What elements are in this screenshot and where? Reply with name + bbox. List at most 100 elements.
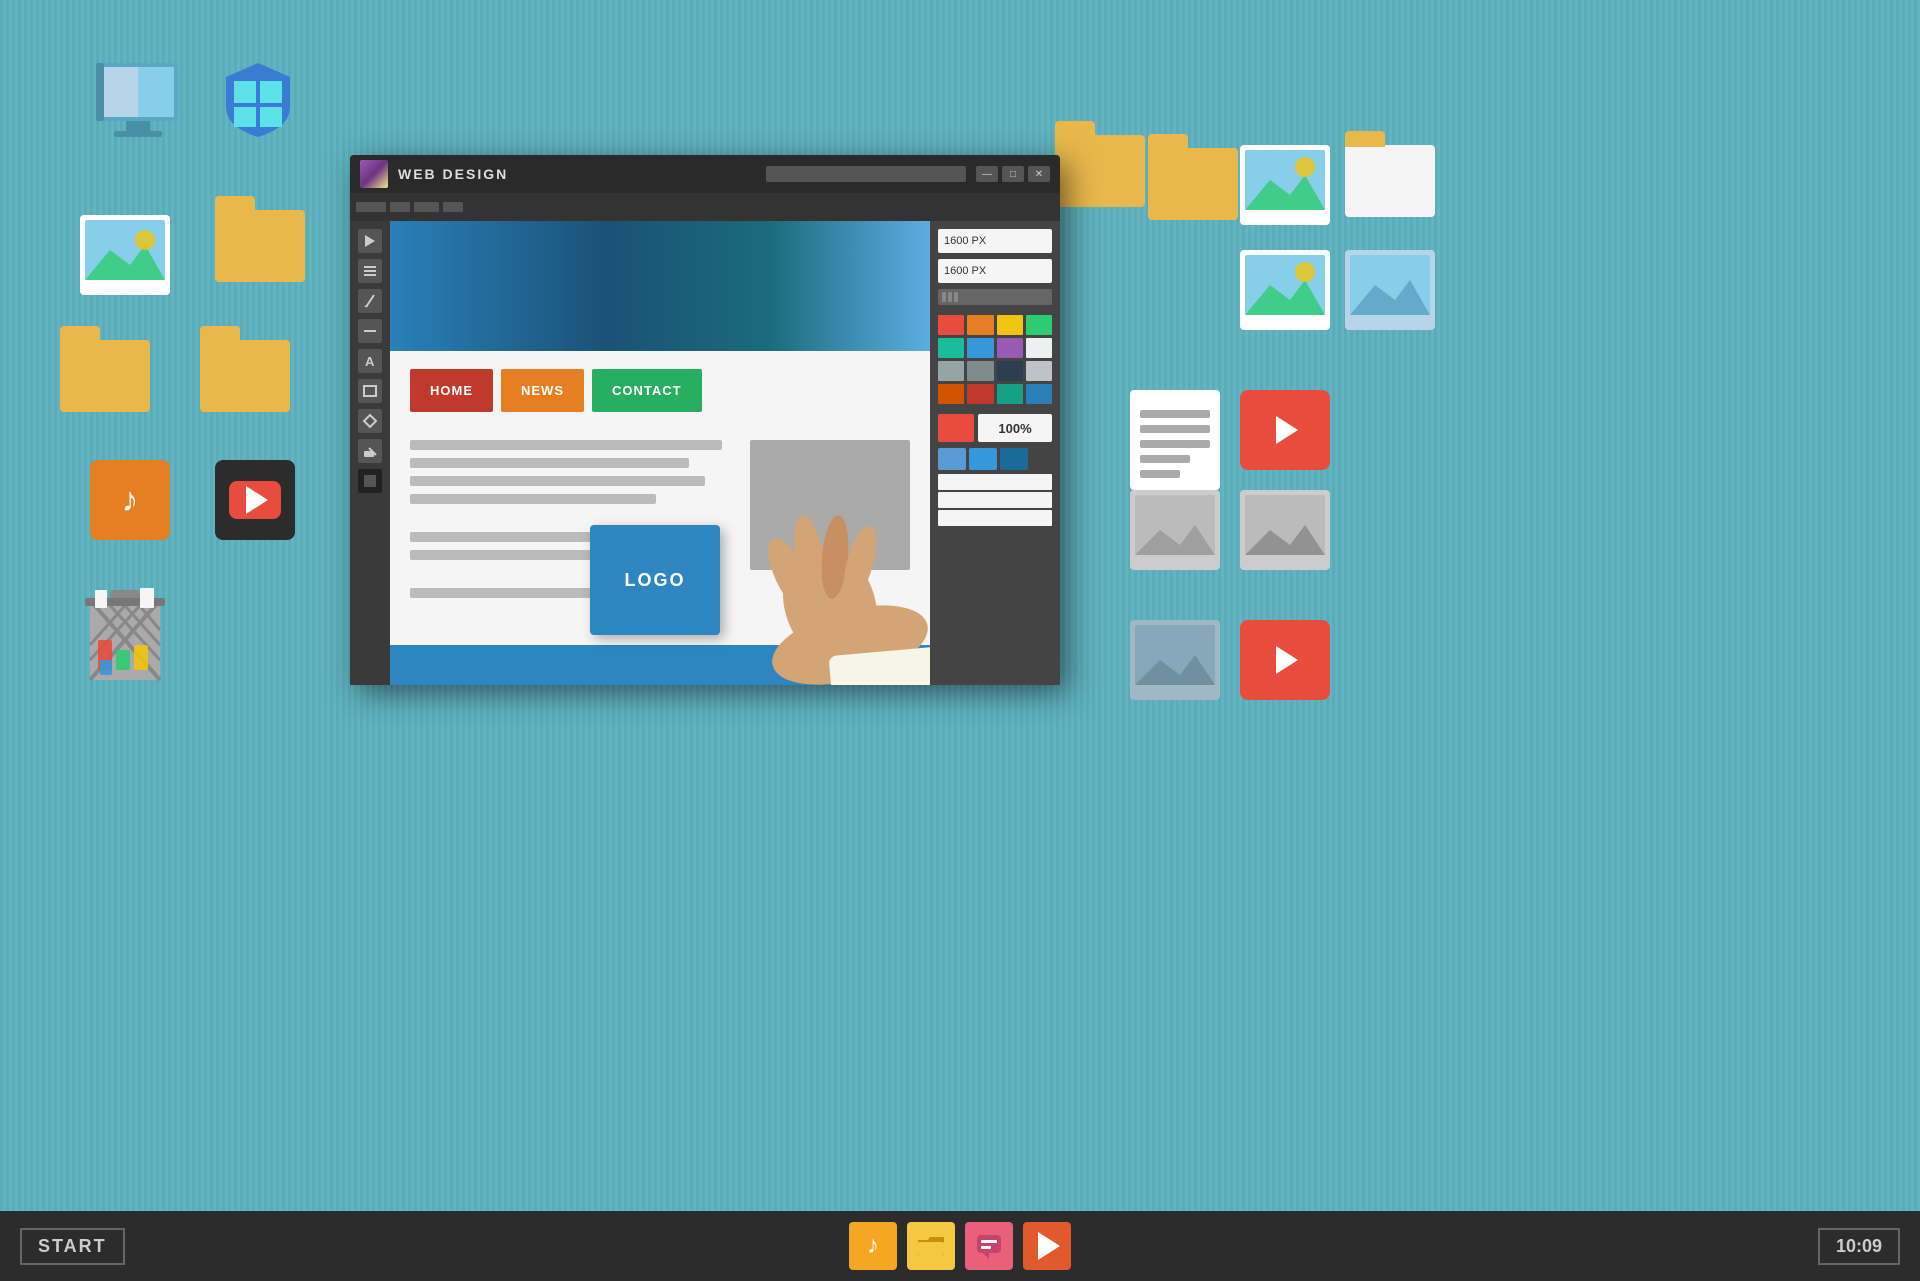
taskbar-clock: 10:09 xyxy=(1818,1228,1900,1265)
text-line-7 xyxy=(410,588,607,598)
active-color-swatch[interactable] xyxy=(938,414,974,442)
color-silver[interactable] xyxy=(1026,361,1052,381)
color-yellow[interactable] xyxy=(997,315,1023,335)
shield-icon[interactable] xyxy=(218,55,298,150)
folder-icon-right-3[interactable] xyxy=(1345,145,1435,217)
play-icon-bottom-right[interactable] xyxy=(1240,620,1330,700)
image-gray-bottom xyxy=(1130,620,1220,705)
layer-tile-blue2[interactable] xyxy=(969,448,997,470)
taskbar-folder-icon[interactable] xyxy=(907,1222,955,1270)
taskbar-play-icon[interactable] xyxy=(1023,1222,1071,1270)
image-icon-right-1 xyxy=(1240,145,1330,230)
taskbar-icons: ♪ xyxy=(849,1222,1071,1270)
taskbar-music-icon[interactable]: ♪ xyxy=(849,1222,897,1270)
window-toolbar xyxy=(350,193,1060,221)
folder-icon-3[interactable] xyxy=(200,340,290,412)
color-red[interactable] xyxy=(938,315,964,335)
ruler-tool[interactable] xyxy=(358,319,382,343)
taskbar-chat-icon[interactable] xyxy=(965,1222,1013,1270)
fill-tool[interactable] xyxy=(358,469,382,493)
color-white[interactable] xyxy=(1026,338,1052,358)
folder-icon-top-right-2[interactable] xyxy=(1148,148,1238,220)
image-icon-right-2 xyxy=(1240,250,1330,335)
web-design-window: WEB DESIGN — □ ✕ xyxy=(350,155,1060,685)
color-dark-orange[interactable] xyxy=(938,384,964,404)
window-searchbar[interactable] xyxy=(766,166,966,182)
chat-svg xyxy=(975,1233,1003,1259)
layer-tile-blue3[interactable] xyxy=(1000,448,1028,470)
color-blue[interactable] xyxy=(967,338,993,358)
monitor-icon[interactable] xyxy=(88,58,188,153)
taskbar: START ♪ 10:09 xyxy=(0,1211,1920,1281)
nav-news-button[interactable]: NEWS xyxy=(501,369,584,412)
color-dark-red[interactable] xyxy=(967,384,993,404)
folder-icon-top-right[interactable] xyxy=(1055,135,1145,207)
toolbar-bar-1 xyxy=(356,202,386,212)
play-button-icon xyxy=(229,481,281,519)
music-app-icon[interactable]: ♪ xyxy=(90,460,170,540)
color-palette xyxy=(938,315,1052,404)
lines-tool[interactable] xyxy=(358,259,382,283)
image-gray-1 xyxy=(1130,490,1220,575)
right-properties-panel: 1600 PX 1600 PX xyxy=(930,221,1060,685)
logo-card[interactable]: LOGO xyxy=(590,525,720,635)
rectangle-tool[interactable] xyxy=(358,379,382,403)
layer-controls xyxy=(938,448,1052,528)
height-field[interactable]: 1600 PX xyxy=(938,259,1052,283)
layer-color-tiles xyxy=(938,448,1052,470)
arrow-tool[interactable] xyxy=(358,229,382,253)
text-spacer xyxy=(410,512,738,524)
color-orange[interactable] xyxy=(967,315,993,335)
document-icon xyxy=(1130,390,1220,495)
color-purple[interactable] xyxy=(997,338,1023,358)
diamond-tool[interactable] xyxy=(358,409,382,433)
color-dark-blue[interactable] xyxy=(1026,384,1052,404)
trash-bin-icon[interactable] xyxy=(80,580,170,690)
image-icon-right-3 xyxy=(1345,250,1435,335)
color-navy[interactable] xyxy=(997,361,1023,381)
width-field[interactable]: 1600 PX xyxy=(938,229,1052,253)
play-icon-right[interactable] xyxy=(1240,390,1330,470)
grip-control[interactable] xyxy=(938,289,1052,305)
nav-contact-button[interactable]: CONTACT xyxy=(592,369,702,412)
minimize-button[interactable]: — xyxy=(976,166,998,182)
pencil-tool[interactable] xyxy=(358,289,382,313)
nav-home-button[interactable]: HOME xyxy=(410,369,493,412)
folder-icon-2[interactable] xyxy=(60,340,150,412)
color-teal[interactable] xyxy=(938,338,964,358)
text-line-2 xyxy=(410,458,689,468)
maximize-button[interactable]: □ xyxy=(1002,166,1024,182)
text-line-4 xyxy=(410,494,656,504)
eraser-tool[interactable] xyxy=(358,439,382,463)
canvas-area[interactable]: HOME NEWS CONTACT xyxy=(390,221,930,685)
color-dark-teal[interactable] xyxy=(997,384,1023,404)
image-gray-2 xyxy=(1240,490,1330,575)
window-title: WEB DESIGN xyxy=(398,166,766,182)
close-button[interactable]: ✕ xyxy=(1028,166,1050,182)
start-button[interactable]: START xyxy=(20,1228,125,1265)
music-note-icon: ♪ xyxy=(122,481,139,520)
site-footer-bar xyxy=(390,645,930,685)
app-icon xyxy=(360,160,388,188)
layer-field-1[interactable] xyxy=(938,474,1052,490)
toolbar-bar-2 xyxy=(390,202,410,212)
tools-panel: A xyxy=(350,221,390,685)
zoom-field[interactable]: 100% xyxy=(978,414,1052,442)
video-app-icon[interactable] xyxy=(215,460,295,540)
layer-field-3[interactable] xyxy=(938,510,1052,526)
window-titlebar: WEB DESIGN — □ ✕ xyxy=(350,155,1060,193)
layer-field-2[interactable] xyxy=(938,492,1052,508)
text-tool[interactable]: A xyxy=(358,349,382,373)
text-line-1 xyxy=(410,440,722,450)
svg-text:A: A xyxy=(365,354,375,369)
music-note: ♪ xyxy=(867,1232,879,1260)
folder-svg xyxy=(916,1234,946,1258)
window-controls: — □ ✕ xyxy=(976,166,1050,182)
color-gray[interactable] xyxy=(938,361,964,381)
folder-icon-1[interactable] xyxy=(215,210,305,282)
color-green[interactable] xyxy=(1026,315,1052,335)
color-dark-gray[interactable] xyxy=(967,361,993,381)
active-color-row: 100% xyxy=(938,414,1052,442)
layer-tile-blue1[interactable] xyxy=(938,448,966,470)
site-navigation: HOME NEWS CONTACT xyxy=(390,351,930,430)
